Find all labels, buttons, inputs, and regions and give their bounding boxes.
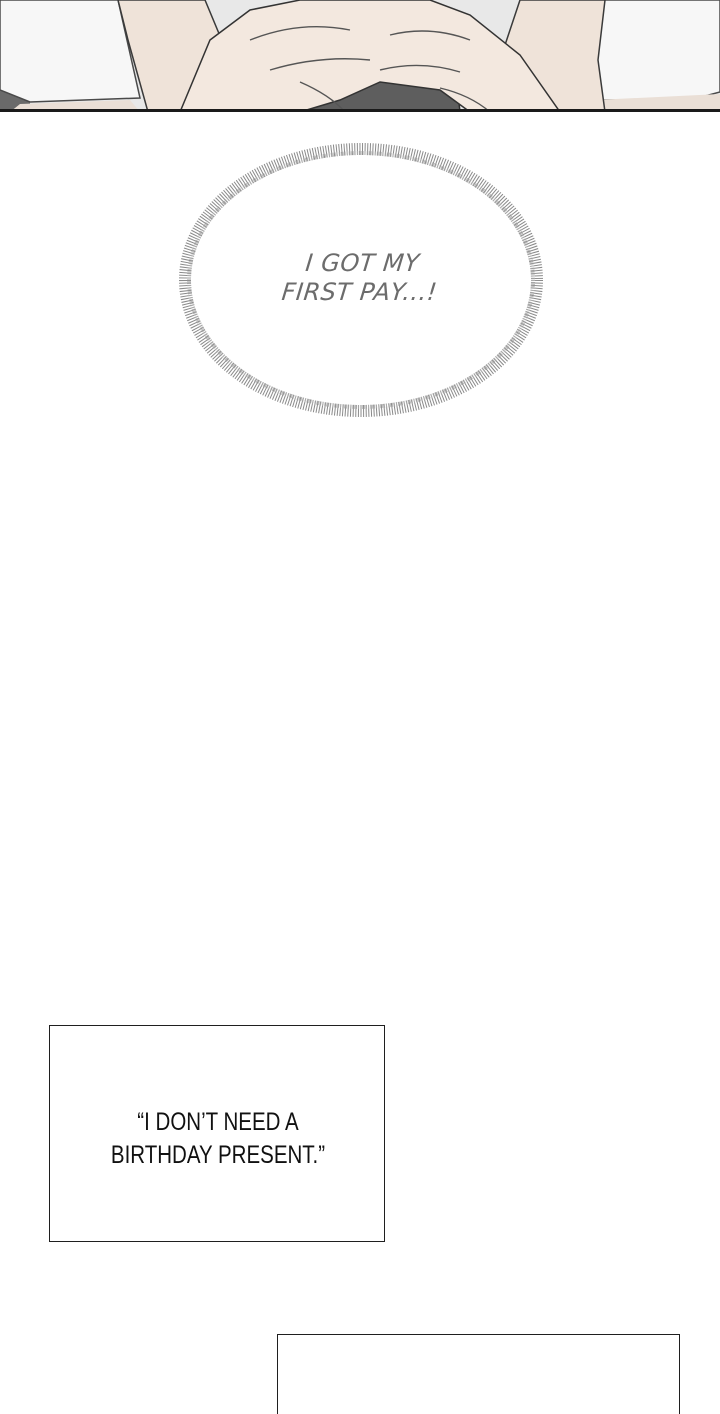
thought-bubble-text: I GOT MY FIRST PAY...!: [173, 249, 549, 307]
narration-caption-box: “I DON’T NEED A BIRTHDAY PRESENT.”: [49, 1025, 385, 1242]
thought-bubble: I GOT MY FIRST PAY...!: [176, 141, 546, 419]
caption-line-2: BIRTHDAY PRESENT.”: [110, 1141, 326, 1169]
thought-line-2: FIRST PAY...!: [280, 278, 439, 306]
comic-panel-hands: [0, 0, 720, 112]
caption-text: “I DON’T NEED A BIRTHDAY PRESENT.”: [80, 1106, 356, 1172]
thought-line-1: I GOT MY: [304, 249, 421, 277]
clasped-hands-illustration: [0, 0, 720, 112]
next-caption-box: [277, 1334, 680, 1414]
caption-line-1: “I DON’T NEED A: [137, 1108, 299, 1136]
